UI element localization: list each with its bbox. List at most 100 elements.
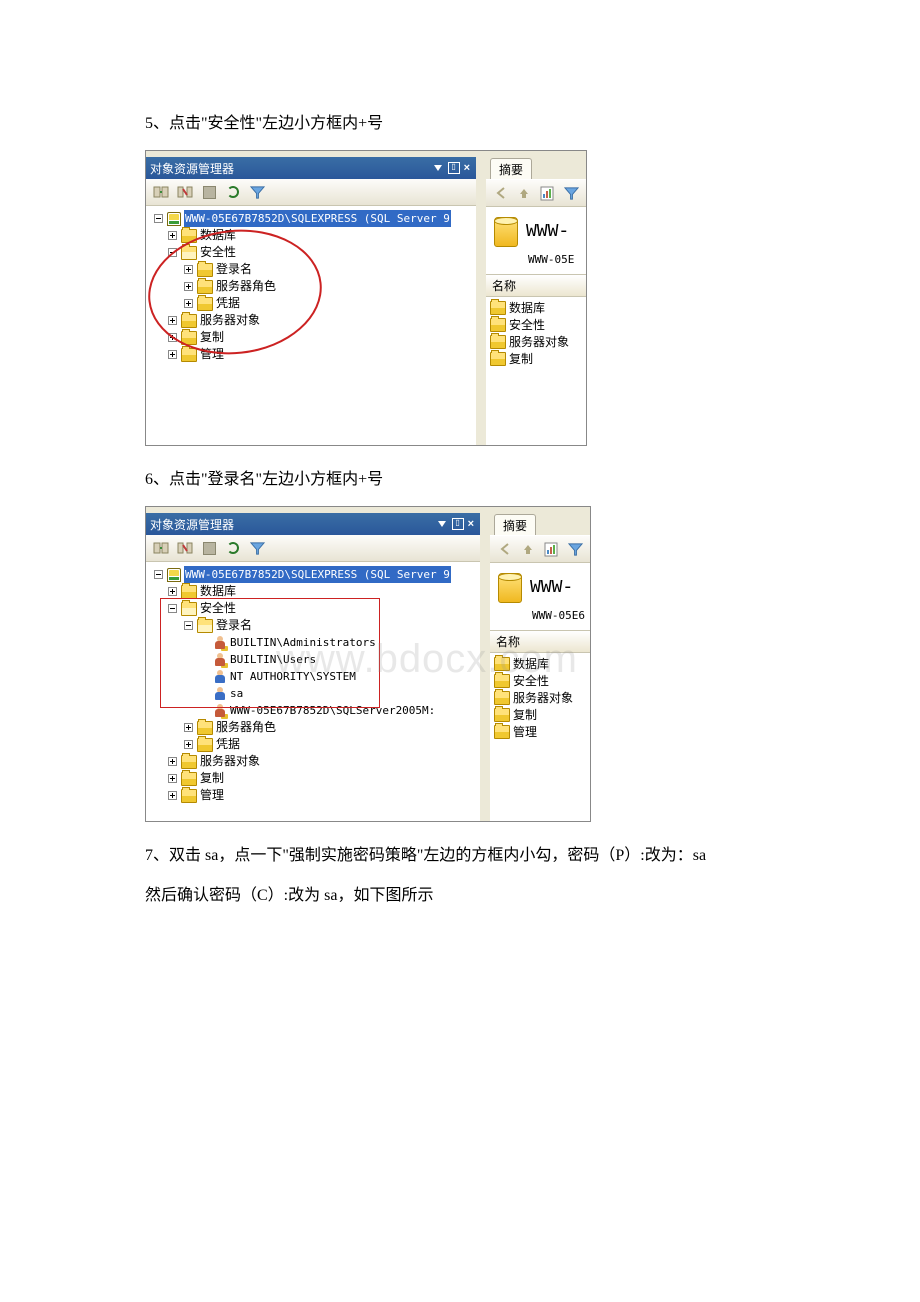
tree-node-credentials[interactable]: 凭据 — [216, 295, 240, 312]
nav-up-icon[interactable] — [520, 540, 538, 558]
dropdown-icon[interactable] — [434, 165, 442, 171]
folder-icon — [494, 674, 510, 688]
folder-icon — [181, 229, 197, 243]
filter-icon[interactable] — [563, 184, 581, 202]
summary-tab[interactable]: 摘要 — [494, 514, 536, 535]
expand-toggle[interactable] — [168, 231, 177, 240]
connect-icon[interactable] — [152, 183, 170, 201]
tree-view[interactable]: WWW-05E67B7852D\SQLEXPRESS (SQL Server 9… — [146, 562, 480, 821]
tree-node-security[interactable]: 安全性 — [200, 600, 236, 617]
nav-back-icon[interactable] — [492, 184, 510, 202]
report-icon[interactable] — [543, 540, 561, 558]
list-item[interactable]: 服务器对象 — [492, 689, 588, 706]
tree-view[interactable]: WWW-05E67B7852D\SQLEXPRESS (SQL Server 9… — [146, 206, 476, 445]
step-7-text-line2: 然后确认密码（C）:改为 sa，如下图所示 — [145, 882, 775, 910]
server-icon — [167, 568, 181, 582]
login-item[interactable]: WWW-05E67B7852D\SQLServer2005M: — [230, 702, 435, 719]
list-item[interactable]: 服务器对象 — [488, 333, 584, 350]
expand-toggle[interactable] — [184, 299, 193, 308]
disconnect-icon[interactable] — [176, 183, 194, 201]
list-item[interactable]: 管理 — [492, 723, 588, 740]
tree-node-server-roles[interactable]: 服务器角色 — [216, 719, 276, 736]
expand-toggle[interactable] — [184, 723, 193, 732]
expand-toggle[interactable] — [154, 570, 163, 579]
object-explorer-toolbar — [146, 535, 480, 562]
login-item[interactable]: BUILTIN\Users — [230, 651, 316, 668]
tree-node-logins[interactable]: 登录名 — [216, 261, 252, 278]
expand-toggle[interactable] — [168, 316, 177, 325]
stop-icon[interactable] — [200, 183, 218, 201]
screenshot-2: 对象资源管理器 ▯ × WWW-05E67B7852D\SQLEXPRE — [145, 506, 591, 822]
tree-node-management[interactable]: 管理 — [200, 787, 224, 804]
tree-node-management[interactable]: 管理 — [200, 346, 224, 363]
tree-node-server-roles[interactable]: 服务器角色 — [216, 278, 276, 295]
expand-toggle[interactable] — [168, 248, 177, 257]
object-explorer-toolbar — [146, 179, 476, 206]
expand-toggle[interactable] — [168, 587, 177, 596]
pin-icon[interactable]: ▯ — [452, 518, 464, 530]
tree-node-databases[interactable]: 数据库 — [200, 583, 236, 600]
tree-node-credentials[interactable]: 凭据 — [216, 736, 240, 753]
expand-toggle[interactable] — [184, 740, 193, 749]
login-item[interactable]: BUILTIN\Administrators — [230, 634, 376, 651]
summary-subheader: WWW-05E — [486, 253, 586, 274]
column-header-name[interactable]: 名称 — [486, 274, 586, 297]
filter-icon[interactable] — [567, 540, 585, 558]
folder-icon — [197, 263, 213, 277]
expand-toggle[interactable] — [184, 265, 193, 274]
filter-icon[interactable] — [248, 183, 266, 201]
refresh-icon[interactable] — [224, 183, 242, 201]
folder-icon — [494, 657, 510, 671]
folder-icon — [197, 738, 213, 752]
expand-toggle[interactable] — [168, 604, 177, 613]
object-explorer-title: 对象资源管理器 — [150, 160, 234, 177]
tree-node-replication[interactable]: 复制 — [200, 770, 224, 787]
expand-toggle[interactable] — [184, 282, 193, 291]
close-icon[interactable]: × — [462, 162, 472, 174]
summary-subheader: WWW-05E6 — [490, 609, 590, 630]
connect-icon[interactable] — [152, 539, 170, 557]
folder-icon — [197, 280, 213, 294]
tree-root-server[interactable]: WWW-05E67B7852D\SQLEXPRESS (SQL Server 9 — [185, 212, 450, 225]
list-item[interactable]: 数据库 — [488, 299, 584, 316]
folder-icon — [197, 721, 213, 735]
report-icon[interactable] — [539, 184, 557, 202]
close-icon[interactable]: × — [466, 518, 476, 530]
login-item[interactable]: NT AUTHORITY\SYSTEM — [230, 668, 356, 685]
tree-node-server-objects[interactable]: 服务器对象 — [200, 753, 260, 770]
login-sa[interactable]: sa — [230, 685, 243, 702]
expand-toggle[interactable] — [168, 333, 177, 342]
tree-node-security[interactable]: 安全性 — [200, 244, 236, 261]
list-item[interactable]: 数据库 — [492, 655, 588, 672]
folder-icon — [181, 772, 197, 786]
list-item[interactable]: 复制 — [492, 706, 588, 723]
step-6-text: 6、点击"登录名"左边小方框内+号 — [145, 466, 775, 494]
pin-icon[interactable]: ▯ — [448, 162, 460, 174]
list-item[interactable]: 安全性 — [492, 672, 588, 689]
nav-back-icon[interactable] — [496, 540, 514, 558]
column-header-name[interactable]: 名称 — [490, 630, 590, 653]
filter-icon[interactable] — [248, 539, 266, 557]
expand-toggle[interactable] — [168, 791, 177, 800]
expand-toggle[interactable] — [184, 621, 193, 630]
list-item[interactable]: 复制 — [488, 350, 584, 367]
folder-icon — [197, 297, 213, 311]
stop-icon[interactable] — [200, 539, 218, 557]
tree-node-databases[interactable]: 数据库 — [200, 227, 236, 244]
nav-up-icon[interactable] — [516, 184, 534, 202]
tree-root-server[interactable]: WWW-05E67B7852D\SQLEXPRESS (SQL Server 9 — [185, 568, 450, 581]
expand-toggle[interactable] — [168, 350, 177, 359]
folder-icon — [181, 348, 197, 362]
refresh-icon[interactable] — [224, 539, 242, 557]
list-item[interactable]: 安全性 — [488, 316, 584, 333]
summary-toolbar — [486, 179, 586, 207]
expand-toggle[interactable] — [168, 774, 177, 783]
tree-node-replication[interactable]: 复制 — [200, 329, 224, 346]
expand-toggle[interactable] — [168, 757, 177, 766]
dropdown-icon[interactable] — [438, 521, 446, 527]
disconnect-icon[interactable] — [176, 539, 194, 557]
tree-node-logins[interactable]: 登录名 — [216, 617, 252, 634]
expand-toggle[interactable] — [154, 214, 163, 223]
tree-node-server-objects[interactable]: 服务器对象 — [200, 312, 260, 329]
summary-tab[interactable]: 摘要 — [490, 158, 532, 179]
